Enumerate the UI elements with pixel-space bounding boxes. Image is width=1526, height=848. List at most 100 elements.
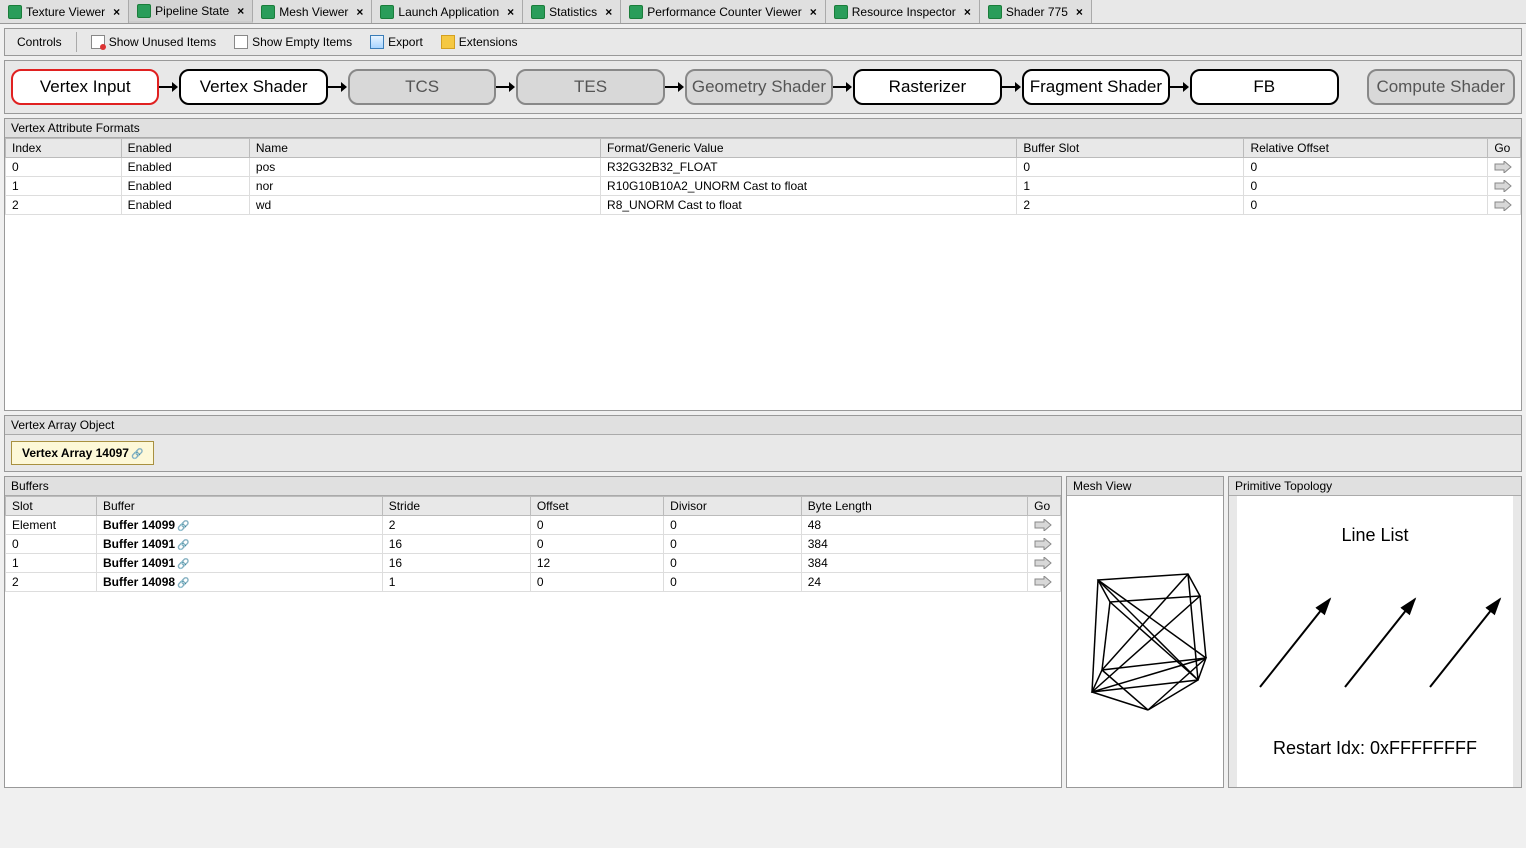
stage-rasterizer[interactable]: Rasterizer (853, 69, 1001, 105)
cell-buffer[interactable]: Buffer 14098🔗 (97, 573, 383, 592)
column-header[interactable]: Format/Generic Value (601, 139, 1017, 158)
tab-icon (629, 5, 643, 19)
table-row[interactable]: ElementBuffer 14099🔗20048 (6, 516, 1061, 535)
column-header[interactable]: Slot (6, 497, 97, 516)
column-header[interactable]: Index (6, 139, 122, 158)
show-unused-button[interactable]: Show Unused Items (83, 33, 224, 51)
cell-buffer[interactable]: Buffer 14091🔗 (97, 554, 383, 573)
go-button[interactable] (1488, 196, 1521, 215)
line-list-icon (1245, 587, 1505, 697)
table-row[interactable]: 0EnabledposR32G32B32_FLOAT00 (6, 158, 1521, 177)
arrow-icon (1170, 81, 1190, 93)
go-button[interactable] (1028, 535, 1061, 554)
close-icon[interactable]: × (964, 5, 971, 19)
go-button[interactable] (1488, 177, 1521, 196)
tab-icon (988, 5, 1002, 19)
table-row[interactable]: 1Buffer 14091🔗16120384 (6, 554, 1061, 573)
cell-len: 48 (801, 516, 1027, 535)
cell-buffer[interactable]: Buffer 14091🔗 (97, 535, 383, 554)
controls-button[interactable]: Controls (9, 33, 70, 51)
arrow-icon (833, 81, 853, 93)
show-empty-button[interactable]: Show Empty Items (226, 33, 360, 51)
tab-resource-inspector[interactable]: Resource Inspector × (826, 0, 980, 23)
column-header[interactable]: Stride (382, 497, 530, 516)
tab-performance-counter-viewer[interactable]: Performance Counter Viewer × (621, 0, 826, 23)
tab-shader-775[interactable]: Shader 775 × (980, 0, 1092, 23)
tab-label: Launch Application (398, 5, 499, 19)
stage-fb[interactable]: FB (1190, 69, 1338, 105)
mesh-wireframe-icon[interactable] (1080, 562, 1210, 722)
export-icon (370, 35, 384, 49)
cell-offset: 0 (530, 516, 663, 535)
tab-statistics[interactable]: Statistics× (523, 0, 621, 23)
cell-offset: 0 (1244, 177, 1488, 196)
export-button[interactable]: Export (362, 33, 431, 51)
close-icon[interactable]: × (810, 5, 817, 19)
tab-mesh-viewer[interactable]: Mesh Viewer× (253, 0, 372, 23)
cell-offset: 0 (530, 535, 663, 554)
close-icon[interactable]: × (237, 4, 244, 18)
vao-name[interactable]: Vertex Array 14097🔗 (11, 441, 154, 465)
stage-tes[interactable]: TES (516, 69, 664, 105)
cell-offset: 0 (1244, 158, 1488, 177)
link-icon: 🔗 (177, 578, 189, 589)
close-icon[interactable]: × (605, 5, 612, 19)
cell-slot: 0 (1017, 158, 1244, 177)
column-header[interactable]: Divisor (664, 497, 802, 516)
cell-offset: 0 (1244, 196, 1488, 215)
extensions-icon (441, 35, 455, 49)
table-row[interactable]: 2EnabledwdR8_UNORM Cast to float20 (6, 196, 1521, 215)
column-header[interactable]: Go (1488, 139, 1521, 158)
cell-name: wd (249, 196, 600, 215)
table-row[interactable]: 2Buffer 14098🔗10024 (6, 573, 1061, 592)
column-header[interactable]: Offset (530, 497, 663, 516)
close-icon[interactable]: × (356, 5, 363, 19)
stage-fragment-shader[interactable]: Fragment Shader (1022, 69, 1170, 105)
column-header[interactable]: Byte Length (801, 497, 1027, 516)
stage-tcs[interactable]: TCS (348, 69, 496, 105)
mesh-view-panel: Mesh View (1066, 476, 1224, 788)
table-row[interactable]: 1EnablednorR10G10B10A2_UNORM Cast to flo… (6, 177, 1521, 196)
cell-name: nor (249, 177, 600, 196)
column-header[interactable]: Enabled (121, 139, 249, 158)
tab-label: Shader 775 (1006, 5, 1068, 19)
buffers-panel: Buffers SlotBufferStrideOffsetDivisorByt… (4, 476, 1062, 788)
column-header[interactable]: Relative Offset (1244, 139, 1488, 158)
tab-label: Performance Counter Viewer (647, 5, 802, 19)
cell-index: 2 (6, 196, 122, 215)
cell-slot: 0 (6, 535, 97, 554)
close-icon[interactable]: × (1076, 5, 1083, 19)
stage-geometry-shader[interactable]: Geometry Shader (685, 69, 833, 105)
tab-texture-viewer[interactable]: Texture Viewer× (0, 0, 129, 23)
cell-format: R32G32B32_FLOAT (601, 158, 1017, 177)
column-header[interactable]: Buffer (97, 497, 383, 516)
cell-stride: 16 (382, 554, 530, 573)
tab-icon (834, 5, 848, 19)
tab-label: Resource Inspector (852, 5, 956, 19)
cell-buffer[interactable]: Buffer 14099🔗 (97, 516, 383, 535)
close-icon[interactable]: × (507, 5, 514, 19)
panel-title: Vertex Attribute Formats (5, 119, 1521, 138)
go-button[interactable] (1028, 516, 1061, 535)
panel-title: Buffers (5, 477, 1061, 496)
cell-slot: 2 (6, 573, 97, 592)
column-header[interactable]: Buffer Slot (1017, 139, 1244, 158)
stage-compute-shader[interactable]: Compute Shader (1367, 69, 1515, 105)
vertex-array-object-panel: Vertex Array Object Vertex Array 14097🔗 (4, 415, 1522, 472)
column-header[interactable]: Name (249, 139, 600, 158)
go-button[interactable] (1488, 158, 1521, 177)
vertex-attribute-table: IndexEnabledNameFormat/Generic ValueBuff… (5, 138, 1521, 215)
column-header[interactable]: Go (1028, 497, 1061, 516)
close-icon[interactable]: × (113, 5, 120, 19)
stage-vertex-input[interactable]: Vertex Input (11, 69, 159, 105)
go-button[interactable] (1028, 554, 1061, 573)
tab-launch-application[interactable]: Launch Application × (372, 0, 523, 23)
cell-divisor: 0 (664, 554, 802, 573)
panel-title: Mesh View (1067, 477, 1223, 496)
tab-pipeline-state[interactable]: Pipeline State× (129, 0, 253, 23)
stage-vertex-shader[interactable]: Vertex Shader (179, 69, 327, 105)
go-button[interactable] (1028, 573, 1061, 592)
cell-offset: 12 (530, 554, 663, 573)
table-row[interactable]: 0Buffer 14091🔗1600384 (6, 535, 1061, 554)
extensions-button[interactable]: Extensions (433, 33, 526, 51)
